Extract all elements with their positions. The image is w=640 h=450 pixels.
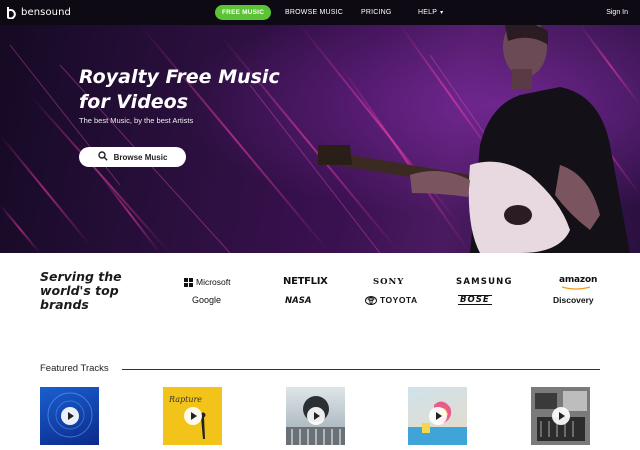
logo-text: bensound: [21, 7, 71, 18]
nav-free-music[interactable]: FREE MUSIC: [215, 5, 272, 20]
nasa-logo: NASA: [285, 296, 312, 306]
hero-title-line-2: for Videos: [79, 91, 189, 113]
featured-tracks-heading: Featured Tracks: [40, 363, 109, 374]
toyota-emblem-icon: [365, 295, 377, 305]
bose-logo: BOSE: [458, 295, 492, 305]
samsung-logo: SAMSUNG: [456, 277, 513, 287]
play-button[interactable]: [183, 407, 202, 425]
sony-logo: SONY: [373, 277, 405, 287]
track-card-4[interactable]: [408, 387, 467, 445]
amazon-logo: amazon: [559, 275, 598, 290]
search-icon: [97, 148, 108, 166]
browse-music-button-label: Browse Music: [113, 152, 168, 162]
nav-browse-music[interactable]: BROWSE MUSIC: [285, 9, 343, 16]
track-card-1[interactable]: [40, 387, 99, 445]
play-button[interactable]: [428, 407, 447, 425]
google-logo: Google: [192, 295, 222, 305]
microsoft-logo: Microsoft: [184, 277, 230, 287]
bensound-logo[interactable]: bensound: [6, 6, 71, 19]
featured-divider: [122, 369, 600, 370]
brands-heading-line-2: world's top: [40, 283, 119, 298]
top-nav-bar: bensound FREE MUSIC BROWSE MUSIC PRICING…: [0, 0, 640, 25]
microsoft-logo-text: Microsoft: [196, 277, 231, 287]
nav-help-label: HELP: [418, 9, 438, 16]
play-button[interactable]: [306, 407, 325, 425]
track-card-5[interactable]: [531, 387, 590, 445]
toyota-logo-text: TOYOTA: [380, 295, 418, 305]
netflix-logo: NETFLIX: [283, 276, 328, 287]
hero-title: Royalty Free Music for Videos: [79, 65, 339, 115]
microsoft-squares-icon: [184, 277, 193, 287]
brands-heading-line-1: Serving the: [40, 269, 122, 284]
toyota-logo: TOYOTA: [365, 295, 418, 305]
nav-pricing[interactable]: PRICING: [361, 9, 392, 16]
bensound-logo-icon: [6, 6, 17, 19]
track-card-2[interactable]: Rapture: [163, 387, 222, 445]
hero-title-line-1: Royalty Free Music: [79, 66, 280, 88]
play-button[interactable]: [60, 407, 79, 425]
chevron-down-icon: ▾: [440, 10, 444, 16]
hero-background-art: [0, 25, 640, 253]
sign-in-link[interactable]: Sign In: [606, 9, 628, 16]
brands-heading-line-3: brands: [40, 297, 89, 312]
hero-subtitle: The best Music, by the best Artists: [79, 116, 194, 125]
hero-banner: Royalty Free Music for Videos The best M…: [0, 25, 640, 253]
brands-heading: Serving the world's top brands: [40, 270, 150, 312]
amazon-logo-text: amazon: [559, 275, 598, 285]
nav-help[interactable]: HELP ▾: [418, 9, 443, 16]
discovery-logo: Discovery: [553, 295, 594, 305]
amazon-smile-icon: [561, 286, 591, 290]
play-button[interactable]: [551, 407, 570, 425]
track-card-3[interactable]: [286, 387, 345, 445]
browse-music-button[interactable]: Browse Music: [79, 147, 186, 167]
